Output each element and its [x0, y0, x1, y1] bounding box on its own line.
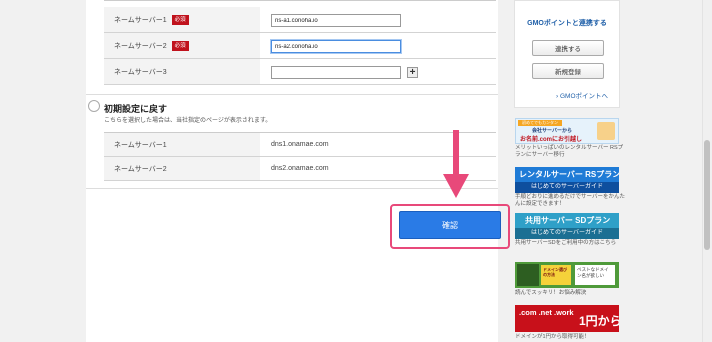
banner-text: 1円から [579, 314, 619, 328]
required-badge: 必須 [171, 14, 189, 25]
required-badge: 必須 [171, 40, 189, 51]
gmo-register-button[interactable]: 新規登録 [532, 63, 604, 79]
nameserver-value: dns1.onamae.com [271, 141, 329, 148]
banner-caption[interactable]: 共用サーバーSDをご利用中の方はこちら [515, 240, 625, 247]
banner-server-migration[interactable]: 初めてでもカンタン 会社サーバーから お名前.comにお引越し [515, 118, 619, 144]
gmo-point-link-label: GMOポイントへ [559, 93, 609, 100]
nameserver-label: ネームサーバー1 [114, 16, 167, 24]
nameserver-1-input[interactable] [271, 14, 401, 27]
banner-text: お名前.comにお引越し [520, 137, 583, 143]
banner-text: ベストなドメイン名が欲しい [575, 265, 615, 285]
gmo-point-link[interactable]: › GMOポイントへ [556, 90, 608, 100]
default-nameserver-table: ネームサーバー1 dns1.onamae.com ネームサーバー2 dns2.o… [104, 132, 496, 181]
default-nameserver-row-2: ネームサーバー2 dns2.onamae.com [104, 157, 496, 181]
annotation-arrow-icon [443, 130, 469, 198]
nameserver-label: ネームサーバー3 [114, 68, 167, 76]
nameserver-row-1: ネームサーバー1 必須 [104, 7, 496, 33]
add-nameserver-button[interactable]: + [407, 67, 418, 78]
banner-rs-guide[interactable]: レンタルサーバー RSプラン はじめてのサーバーガイド [515, 167, 619, 193]
banner-text: はじめてのサーバーガイド [515, 228, 619, 239]
nameserver-label: ネームサーバー2 [114, 42, 167, 50]
banner-domain-guide[interactable]: ドメイン選びの方法 ベストなドメイン名が欲しい [515, 262, 619, 288]
gmo-point-title: GMOポイントと連携する [527, 20, 607, 27]
reset-default-description: こちらを選択した場合は、当社指定のページが表示されます。 [104, 118, 272, 124]
divider [86, 94, 498, 95]
banner-text: 共用サーバー SDプラン [525, 216, 611, 225]
default-nameserver-row-1: ネームサーバー1 dns1.onamae.com [104, 133, 496, 157]
banner-caption[interactable]: 手順どおりに進めるだけでサーバーをかんたんに設定できます！ [515, 194, 625, 208]
nameserver-row-2: ネームサーバー2 必須 [104, 33, 496, 59]
reset-default-radio[interactable] [88, 100, 100, 112]
scrollbar-thumb[interactable] [704, 140, 710, 250]
banner-text: レンタルサーバー RSプラン [519, 170, 619, 179]
nameserver-2-input[interactable] [271, 40, 401, 53]
banner-tag: 初めてでもカンタン [518, 120, 562, 126]
banner-caption[interactable]: 読んでスッキリ！お悩み解決 [515, 290, 625, 297]
banner-caption[interactable]: ドメインが1円から取得可能！ [515, 334, 625, 341]
nameserver-row-3: ネームサーバー3 + [104, 59, 496, 85]
nameserver-label: ネームサーバー2 [104, 157, 260, 180]
reset-default-title[interactable]: 初期設定に戻す [104, 102, 167, 115]
nameserver-table: ネームサーバー1 必須 ネームサーバー2 必須 ネームサーバー3 + [104, 0, 496, 85]
banner-caption[interactable]: メリットいっぱいのレンタルサーバー RSプランにサーバー移行 [515, 145, 625, 159]
confirm-button[interactable]: 確認 [399, 211, 501, 239]
box-icon [597, 122, 615, 140]
person-icon [517, 264, 539, 286]
banner-text: ドメイン選びの方法 [541, 265, 571, 285]
nameserver-label: ネームサーバー1 [104, 133, 260, 156]
gmo-link-button[interactable]: 連携する [532, 40, 604, 56]
banner-domain-1yen[interactable]: .com .net .work 1円から [515, 305, 619, 332]
divider [86, 188, 498, 189]
arrow-right-icon: › [556, 93, 559, 100]
banner-text: 会社サーバーから [532, 128, 572, 134]
banner-sd-guide[interactable]: 共用サーバー SDプラン はじめてのサーバーガイド [515, 213, 619, 239]
banner-text: はじめてのサーバーガイド [515, 182, 619, 193]
nameserver-3-input[interactable] [271, 66, 401, 79]
banner-text: .com .net .work [519, 308, 574, 317]
nameserver-value: dns2.onamae.com [271, 165, 329, 172]
